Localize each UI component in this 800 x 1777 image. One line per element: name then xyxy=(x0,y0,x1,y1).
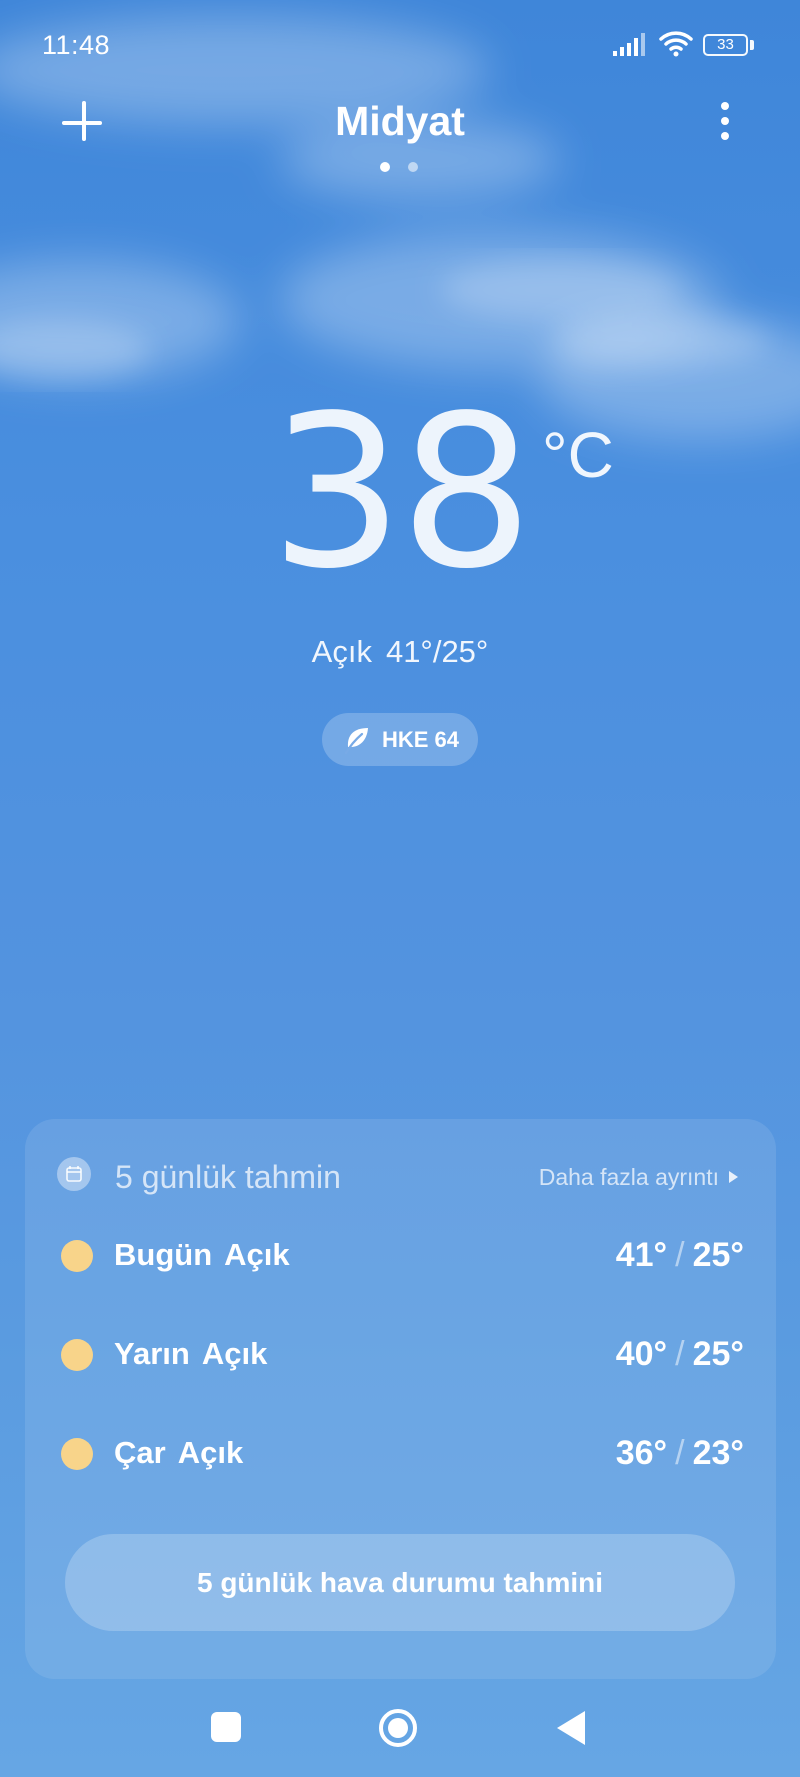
day-name: Yarın xyxy=(114,1336,190,1371)
page-dot-inactive xyxy=(408,162,418,172)
wifi-icon xyxy=(659,31,693,57)
high-low-temperature: 41°/25° xyxy=(385,634,489,669)
page-dot-active xyxy=(380,162,390,172)
forecast-title: 5 günlük tahmin xyxy=(115,1159,341,1195)
forecast-day: Çar Açık xyxy=(114,1435,243,1471)
temperature-range: 41°/25° xyxy=(615,1236,744,1274)
high-temp: 41° xyxy=(615,1236,668,1274)
day-condition: Açık xyxy=(201,1336,268,1371)
five-day-forecast-button[interactable]: 5 günlük hava durumu tahmini xyxy=(65,1534,735,1631)
day-name: Çar xyxy=(114,1435,166,1470)
status-bar: 11:48 33 xyxy=(0,0,800,90)
forecast-day: Bugün Açık xyxy=(114,1237,290,1273)
high-temp: 36° xyxy=(615,1434,668,1472)
chevron-right-icon xyxy=(729,1171,738,1183)
day-name: Bugün xyxy=(114,1237,213,1272)
back-button[interactable] xyxy=(557,1711,585,1745)
more-details-link[interactable]: Daha fazla ayrıntı xyxy=(539,1164,738,1191)
sun-icon xyxy=(61,1240,93,1272)
more-options-button[interactable] xyxy=(708,98,742,144)
forecast-day: Yarın Açık xyxy=(114,1336,267,1372)
status-time: 11:48 xyxy=(42,30,111,60)
battery-level: 33 xyxy=(703,34,748,56)
temperature-unit: °C xyxy=(542,419,614,491)
more-details-label: Daha fazla ayrıntı xyxy=(538,1164,719,1190)
forecast-card: 5 günlük tahmin Daha fazla ayrıntı Bugün… xyxy=(25,1119,776,1679)
condition-summary: Açık 41°/25° xyxy=(0,634,800,670)
city-name: Midyat xyxy=(335,98,465,144)
forecast-row-tomorrow[interactable]: Yarın Açık 40°/25° xyxy=(25,1324,776,1384)
leaf-icon xyxy=(344,728,368,754)
air-quality-label: HKE 64 xyxy=(382,727,460,752)
calendar-icon xyxy=(57,1157,91,1191)
signal-strength-icon xyxy=(613,33,645,56)
day-condition: Açık xyxy=(224,1237,290,1272)
home-button[interactable] xyxy=(379,1709,417,1747)
low-temp: 25° xyxy=(692,1236,744,1274)
low-temp: 23° xyxy=(692,1434,744,1472)
forecast-row-today[interactable]: Bugün Açık 41°/25° xyxy=(25,1225,776,1285)
current-condition: Açık xyxy=(311,634,372,669)
temperature-range: 36°/23° xyxy=(615,1434,744,1472)
battery-icon: 33 xyxy=(703,34,754,56)
sun-icon xyxy=(61,1339,93,1371)
forecast-row-wednesday[interactable]: Çar Açık 36°/23° xyxy=(25,1423,776,1483)
low-temp: 25° xyxy=(692,1335,744,1373)
day-condition: Açık xyxy=(177,1435,244,1470)
recent-apps-button[interactable] xyxy=(211,1712,241,1742)
temperature-range: 40°/25° xyxy=(615,1335,744,1373)
sun-icon xyxy=(61,1438,93,1470)
current-temperature: 38 xyxy=(270,370,533,615)
air-quality-badge[interactable]: HKE 64 xyxy=(322,713,478,766)
high-temp: 40° xyxy=(615,1335,668,1373)
page-indicator xyxy=(378,162,428,174)
